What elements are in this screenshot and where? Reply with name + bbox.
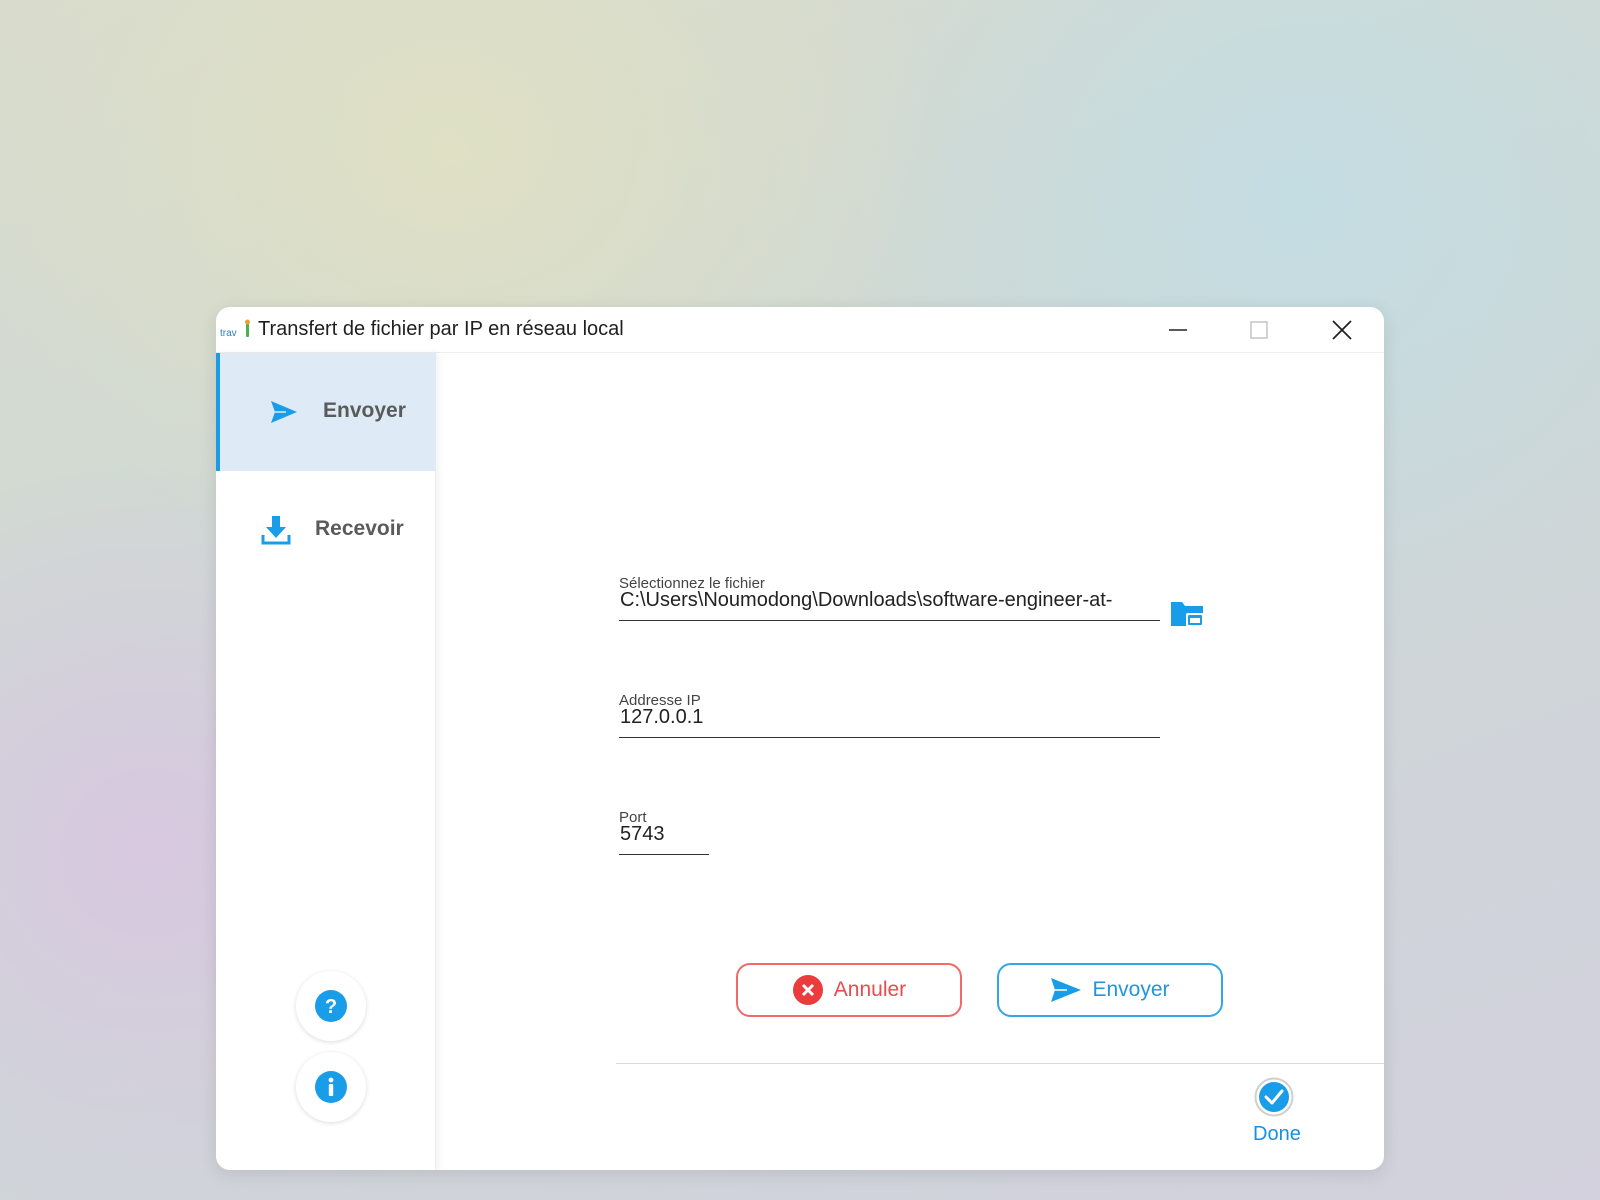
sidebar-item-label: Envoyer	[323, 399, 406, 422]
window-title: Transfert de fichier par IP en réseau lo…	[258, 318, 624, 340]
close-icon	[1332, 320, 1352, 340]
svg-text:?: ?	[325, 996, 337, 1018]
folder-browse-icon[interactable]	[1170, 598, 1206, 630]
divider	[616, 1063, 1384, 1064]
port-input[interactable]	[619, 815, 709, 855]
sidebar-item-recevoir[interactable]: Recevoir	[216, 471, 436, 589]
download-icon	[261, 516, 291, 545]
cancel-button-label: Annuler	[833, 978, 907, 1001]
sidebar: Envoyer Recevoir ?	[216, 353, 436, 1170]
title-bar[interactable]: trav Transfert de fichier par IP en rése…	[216, 307, 1384, 353]
help-icon: ?	[315, 990, 347, 1022]
send-button-label: Envoyer	[1092, 978, 1170, 1001]
info-button[interactable]	[296, 1052, 366, 1122]
check-icon	[1254, 1077, 1294, 1117]
send-panel: Sélectionnez le fichier Addresse IP Port…	[436, 353, 1384, 1170]
file-path-input[interactable]	[619, 581, 1160, 621]
maximize-button[interactable]	[1219, 307, 1299, 353]
send-button[interactable]: Envoyer	[997, 963, 1223, 1017]
send-icon	[1051, 978, 1082, 1002]
app-logo-icon: trav	[220, 319, 250, 339]
help-button[interactable]: ?	[296, 971, 366, 1041]
minimize-button[interactable]	[1138, 307, 1218, 353]
app-window: trav Transfert de fichier par IP en rése…	[216, 307, 1384, 1170]
ip-address-input[interactable]	[619, 698, 1160, 738]
svg-text:trav: trav	[220, 328, 237, 339]
close-button[interactable]	[1302, 307, 1382, 353]
status-label: Done	[1253, 1123, 1301, 1145]
send-icon	[271, 401, 297, 423]
sidebar-item-label: Recevoir	[315, 517, 404, 540]
minimize-icon	[1169, 329, 1187, 331]
info-icon	[315, 1071, 347, 1103]
cancel-button[interactable]: Annuler	[736, 963, 962, 1017]
cancel-icon	[792, 975, 823, 1005]
maximize-icon	[1250, 321, 1268, 339]
sidebar-item-envoyer[interactable]: Envoyer	[216, 353, 436, 471]
